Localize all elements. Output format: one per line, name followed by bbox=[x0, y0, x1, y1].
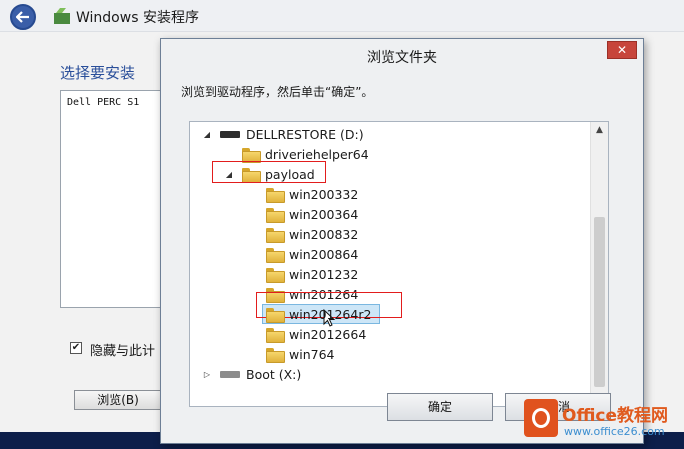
close-button[interactable]: ✕ bbox=[607, 41, 637, 59]
driver-list[interactable]: Dell PERC S1 bbox=[60, 90, 162, 308]
drive-icon bbox=[220, 370, 240, 378]
folder-icon bbox=[266, 307, 285, 323]
tree-item-boot[interactable]: ▷ Boot (X:) bbox=[202, 364, 301, 384]
tree-item-win764[interactable]: win764 bbox=[266, 344, 334, 364]
dialog-instruction: 浏览到驱动程序，然后单击“确定”。 bbox=[181, 85, 374, 99]
tree-item-dellrestore[interactable]: ◢ DELLRESTORE (D:) bbox=[202, 124, 364, 144]
scroll-up-icon[interactable]: ▲ bbox=[591, 122, 608, 138]
folder-icon bbox=[242, 147, 261, 163]
tree-scrollbar[interactable]: ▲ ▼ bbox=[590, 122, 608, 406]
driver-list-item[interactable]: Dell PERC S1 bbox=[67, 97, 139, 108]
tree-item-label: win201232 bbox=[289, 266, 359, 282]
tree-item-win200332[interactable]: win200332 bbox=[266, 184, 358, 204]
scrollbar-thumb[interactable] bbox=[594, 217, 605, 387]
hide-incompatible-checkbox[interactable]: ✔ bbox=[70, 342, 82, 354]
folder-icon bbox=[266, 267, 285, 283]
folder-icon bbox=[266, 227, 285, 243]
watermark-brand: Office教程网 bbox=[562, 406, 669, 426]
ok-button[interactable]: 确定 bbox=[387, 393, 493, 421]
tree-item-label: win764 bbox=[289, 346, 335, 362]
setup-window-title: Windows 安装程序 bbox=[76, 10, 199, 26]
setup-app-icon bbox=[54, 8, 70, 24]
watermark: Office教程网 www.office26.com bbox=[524, 399, 684, 443]
folder-icon bbox=[266, 347, 285, 363]
browse-button[interactable]: 浏览(B) bbox=[74, 390, 162, 410]
tree-item-win200364[interactable]: win200364 bbox=[266, 204, 358, 224]
tree-item-win200832[interactable]: win200832 bbox=[266, 224, 358, 244]
tree-item-label: win200864 bbox=[289, 246, 359, 262]
folder-icon bbox=[266, 327, 285, 343]
watermark-url: www.office26.com bbox=[564, 425, 665, 438]
hide-incompatible-label: 隐藏与此计 bbox=[90, 344, 156, 359]
expand-triangle-icon[interactable]: ▷ bbox=[202, 370, 212, 379]
folder-icon bbox=[266, 207, 285, 223]
back-button[interactable] bbox=[10, 4, 36, 30]
folder-icon bbox=[266, 247, 285, 263]
expand-triangle-icon[interactable]: ◢ bbox=[202, 130, 212, 139]
back-arrow-icon bbox=[16, 11, 29, 23]
browse-folder-dialog: 浏览文件夹 ✕ 浏览到驱动程序，然后单击“确定”。 ◢ DELLRESTORE … bbox=[160, 38, 644, 444]
setup-titlebar: Windows 安装程序 bbox=[0, 0, 684, 32]
tree-item-win201232[interactable]: win201232 bbox=[266, 264, 358, 284]
payload-highlight-box bbox=[212, 161, 326, 183]
office-logo-icon bbox=[524, 399, 558, 437]
drive-icon bbox=[220, 130, 240, 138]
dialog-title: 浏览文件夹 bbox=[367, 50, 437, 66]
tree-item-win200864[interactable]: win200864 bbox=[266, 244, 358, 264]
tree-item-win201264r2[interactable]: win201264r2 bbox=[262, 304, 380, 324]
tree-item-label: win2012664 bbox=[289, 326, 367, 342]
tree-item-label: win200332 bbox=[289, 186, 359, 202]
tree-item-label: DELLRESTORE (D:) bbox=[246, 126, 364, 142]
tree-item-label: win200832 bbox=[289, 226, 359, 242]
folder-icon bbox=[266, 187, 285, 203]
tree-item-win2012664[interactable]: win2012664 bbox=[266, 324, 366, 344]
tree-item-label: win200364 bbox=[289, 206, 359, 222]
tree-item-label: win201264r2 bbox=[289, 306, 372, 322]
tree-item-label: Boot (X:) bbox=[246, 366, 302, 382]
setup-heading: 选择要安装 bbox=[60, 64, 136, 82]
tree-item-label: driveriehelper64 bbox=[265, 146, 369, 162]
